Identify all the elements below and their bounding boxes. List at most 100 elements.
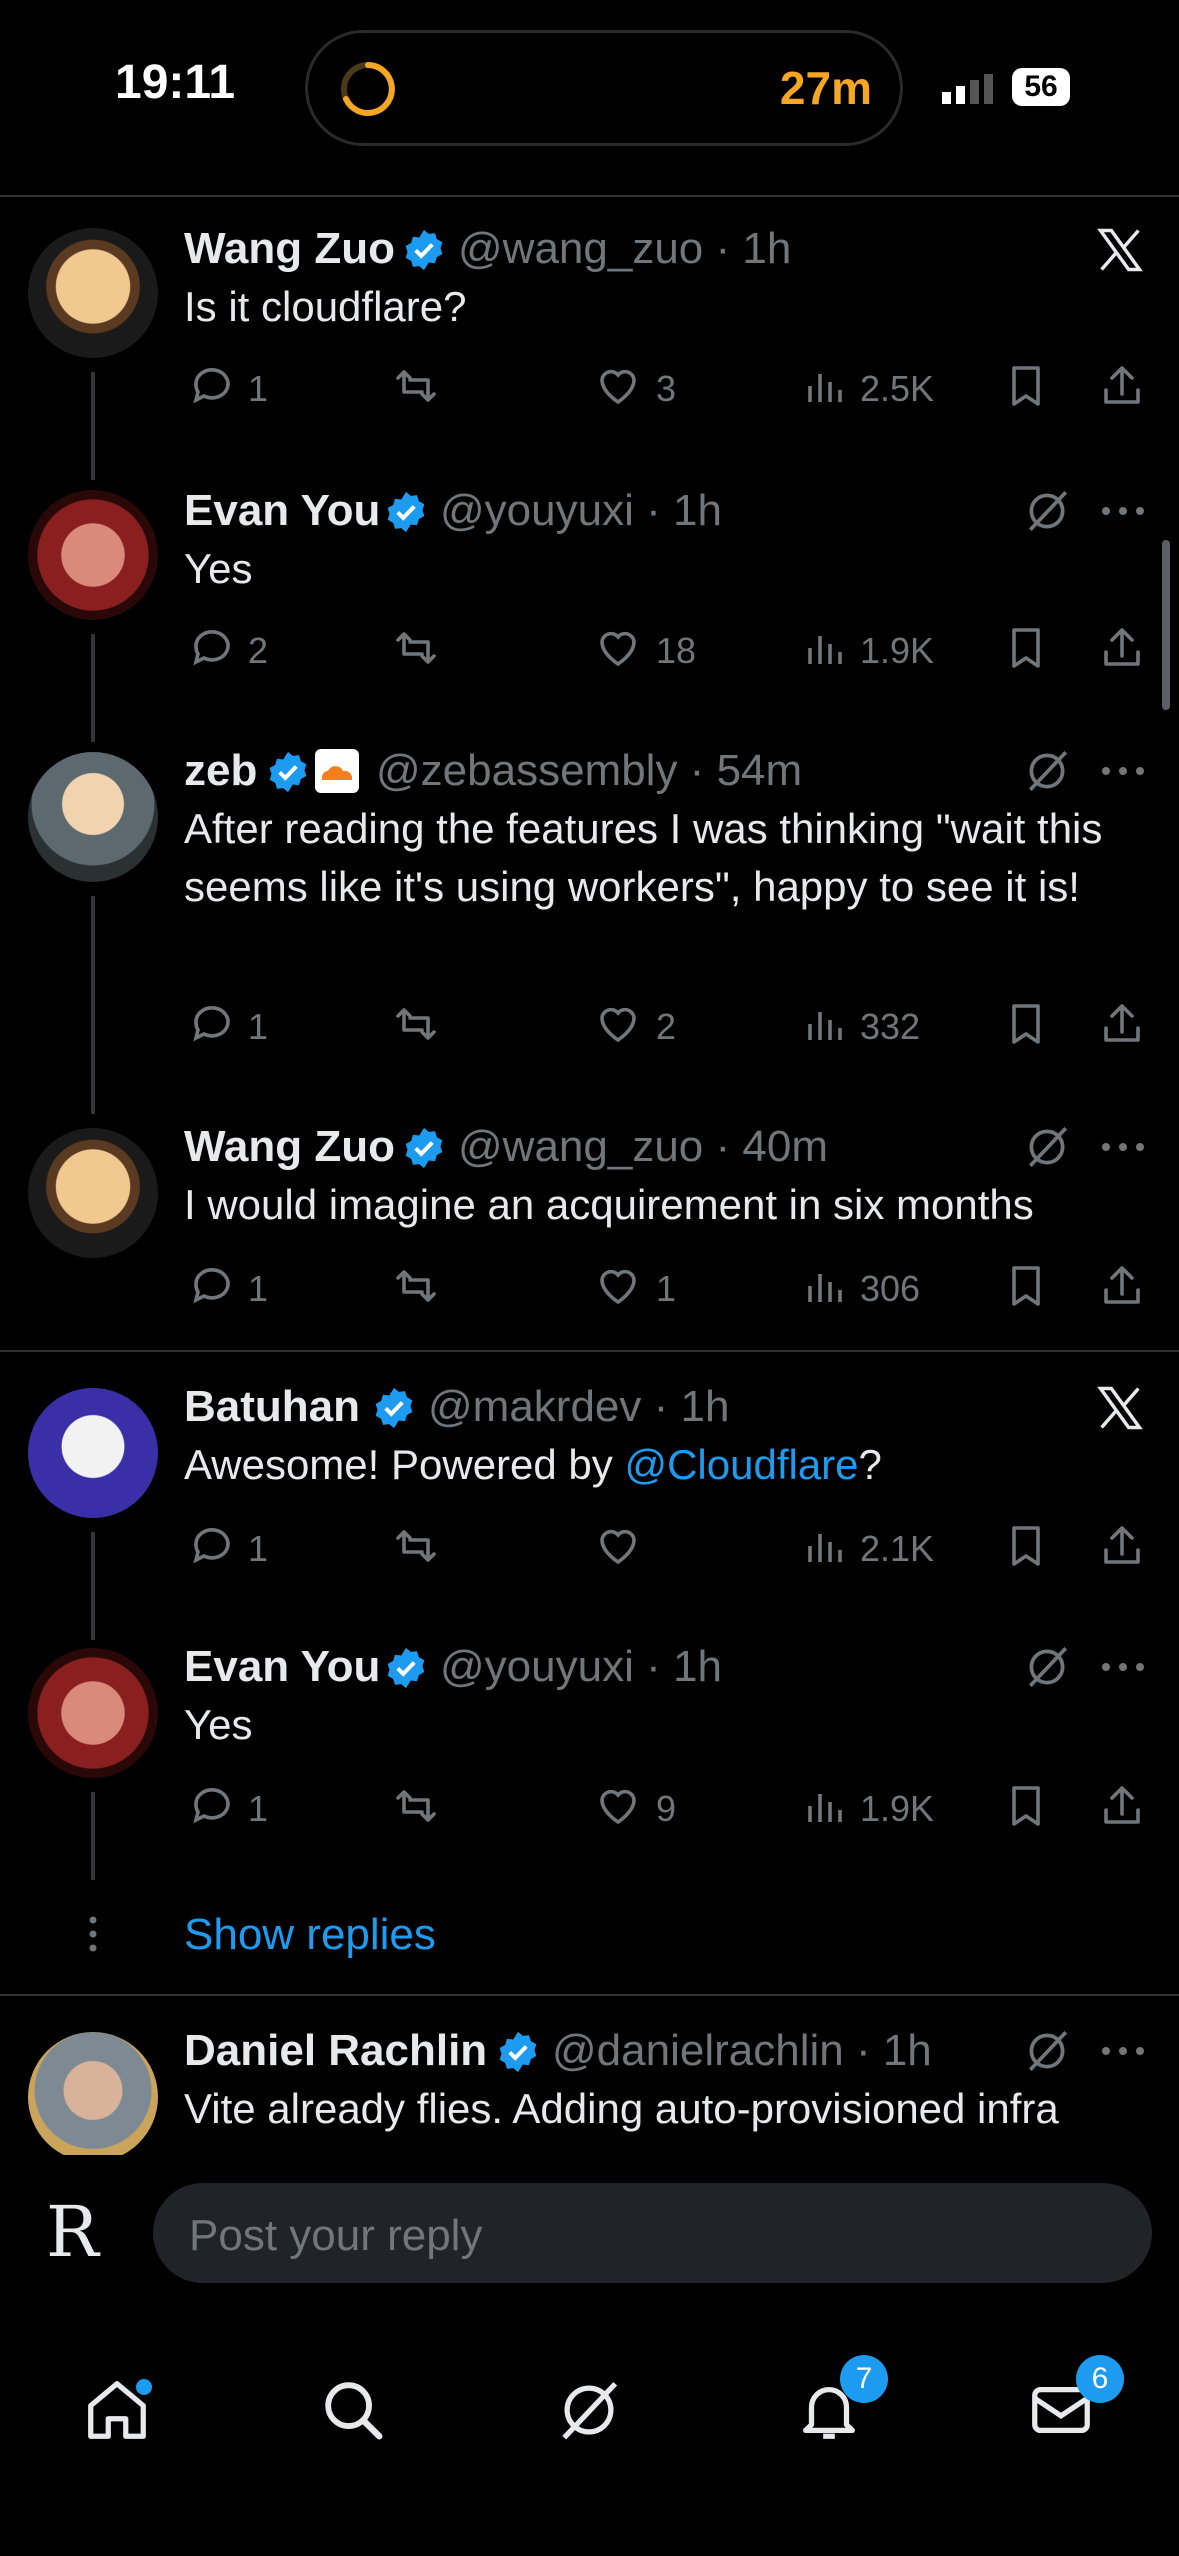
views-count: 332: [860, 1006, 921, 1047]
author-handle[interactable]: @wang_zuo: [458, 224, 703, 273]
like-icon[interactable]: [594, 1000, 642, 1048]
x-logo-icon: [1097, 1386, 1143, 1430]
bookmark-icon[interactable]: [1002, 624, 1050, 672]
thread-line: [91, 372, 95, 480]
tweet-time: 1h: [882, 2026, 932, 2075]
bookmark-icon[interactable]: [1002, 1782, 1050, 1830]
like-icon[interactable]: [594, 1782, 642, 1830]
grok-icon[interactable]: [1022, 746, 1072, 796]
vertical-dots-icon: [89, 1916, 97, 1952]
author-handle[interactable]: @makrdev: [428, 1382, 641, 1431]
like-count: 9: [656, 1788, 677, 1829]
reply-count: 1: [248, 1268, 269, 1309]
retweet-icon[interactable]: [392, 624, 440, 672]
home-dot-badge: [136, 2379, 152, 2395]
retweet-icon[interactable]: [392, 1000, 440, 1048]
more-icon[interactable]: [1100, 1132, 1146, 1162]
retweet-icon[interactable]: [392, 1262, 440, 1310]
avatar[interactable]: [28, 2032, 158, 2162]
reply-icon[interactable]: [188, 624, 236, 672]
author-name[interactable]: Evan You: [184, 1642, 380, 1692]
grok-icon[interactable]: [1022, 1642, 1072, 1692]
views-count: 1.9K: [860, 630, 935, 671]
share-icon[interactable]: [1098, 624, 1146, 672]
author-handle[interactable]: @wang_zuo: [458, 1122, 703, 1171]
like-icon[interactable]: [594, 1522, 642, 1570]
bookmark-icon[interactable]: [1002, 1000, 1050, 1048]
author-handle[interactable]: @youyuxi: [440, 1642, 634, 1691]
reply-count: 1: [248, 1006, 269, 1047]
reply-icon[interactable]: [188, 1262, 236, 1310]
author-name[interactable]: Wang Zuo: [184, 224, 395, 274]
author-name[interactable]: zeb: [184, 746, 257, 796]
like-count: 18: [656, 630, 697, 671]
views-icon[interactable]: [800, 624, 848, 672]
like-count: 2: [656, 1006, 677, 1047]
retweet-icon[interactable]: [392, 1782, 440, 1830]
author-handle[interactable]: @zebassembly: [376, 746, 677, 795]
reply-icon[interactable]: [188, 362, 236, 410]
views-icon[interactable]: [800, 1000, 848, 1048]
avatar[interactable]: [28, 228, 158, 358]
author-handle[interactable]: @danielrachlin: [552, 2026, 844, 2075]
reply-count: 1: [248, 1788, 269, 1829]
avatar[interactable]: [28, 1128, 158, 1258]
dynamic-island-timer[interactable]: 27m: [305, 30, 903, 146]
reply-input[interactable]: Post your reply: [153, 2183, 1152, 2283]
grok-icon[interactable]: [1022, 486, 1072, 536]
more-icon[interactable]: [1100, 756, 1146, 786]
reply-count: 1: [248, 1528, 269, 1569]
author-name[interactable]: Daniel Rachlin: [184, 2026, 487, 2076]
views-icon[interactable]: [800, 1522, 848, 1570]
more-icon[interactable]: [1100, 1652, 1146, 1682]
like-icon[interactable]: [594, 624, 642, 672]
tweet-time: 1h: [680, 1382, 730, 1431]
views-icon[interactable]: [800, 1262, 848, 1310]
retweet-icon[interactable]: [392, 1522, 440, 1570]
mention-link[interactable]: @Cloudflare: [624, 1441, 858, 1488]
like-count: 1: [656, 1268, 677, 1309]
tweet-text: Awesome! Powered by @Cloudflare?: [184, 1441, 882, 1488]
author-name[interactable]: Batuhan: [184, 1382, 360, 1432]
tweet-text: Is it cloudflare?: [184, 283, 467, 330]
reply-icon[interactable]: [188, 1522, 236, 1570]
bookmark-icon[interactable]: [1002, 1262, 1050, 1310]
avatar[interactable]: [28, 1388, 158, 1518]
grok-icon[interactable]: [1022, 1122, 1072, 1172]
more-icon[interactable]: [1100, 2036, 1146, 2066]
share-icon[interactable]: [1098, 362, 1146, 410]
account-logo[interactable]: R: [46, 2191, 99, 2273]
author-name[interactable]: Wang Zuo: [184, 1122, 395, 1172]
reply-icon[interactable]: [188, 1000, 236, 1048]
grok-icon[interactable]: [554, 2375, 624, 2445]
status-time: 19:11: [115, 56, 236, 109]
share-icon[interactable]: [1098, 1262, 1146, 1310]
more-icon[interactable]: [1100, 496, 1146, 526]
retweet-icon[interactable]: [392, 362, 440, 410]
reply-icon[interactable]: [188, 1782, 236, 1830]
avatar[interactable]: [28, 490, 158, 620]
scrollbar[interactable]: [1162, 540, 1170, 710]
share-icon[interactable]: [1098, 1000, 1146, 1048]
show-replies-link[interactable]: Show replies: [184, 1910, 436, 1960]
author-name[interactable]: Evan You: [184, 486, 380, 536]
grok-icon[interactable]: [1022, 2026, 1072, 2076]
notifications-badge: 7: [840, 2355, 888, 2403]
avatar[interactable]: [28, 752, 158, 882]
tweet-text: Vite already flies. Adding auto-provisio…: [184, 2085, 1059, 2132]
author-handle[interactable]: @youyuxi: [440, 486, 634, 535]
bookmark-icon[interactable]: [1002, 1522, 1050, 1570]
tweet-time: 1h: [742, 224, 792, 273]
verified-icon: [405, 1127, 443, 1169]
bookmark-icon[interactable]: [1002, 362, 1050, 410]
like-icon[interactable]: [594, 1262, 642, 1310]
avatar[interactable]: [28, 1648, 158, 1778]
tweet-time: 40m: [742, 1122, 828, 1171]
like-icon[interactable]: [594, 362, 642, 410]
share-icon[interactable]: [1098, 1522, 1146, 1570]
tweet-text: After reading the features I was thinkin…: [184, 805, 1103, 910]
views-icon[interactable]: [800, 362, 848, 410]
views-icon[interactable]: [800, 1782, 848, 1830]
search-icon[interactable]: [318, 2375, 388, 2445]
share-icon[interactable]: [1098, 1782, 1146, 1830]
